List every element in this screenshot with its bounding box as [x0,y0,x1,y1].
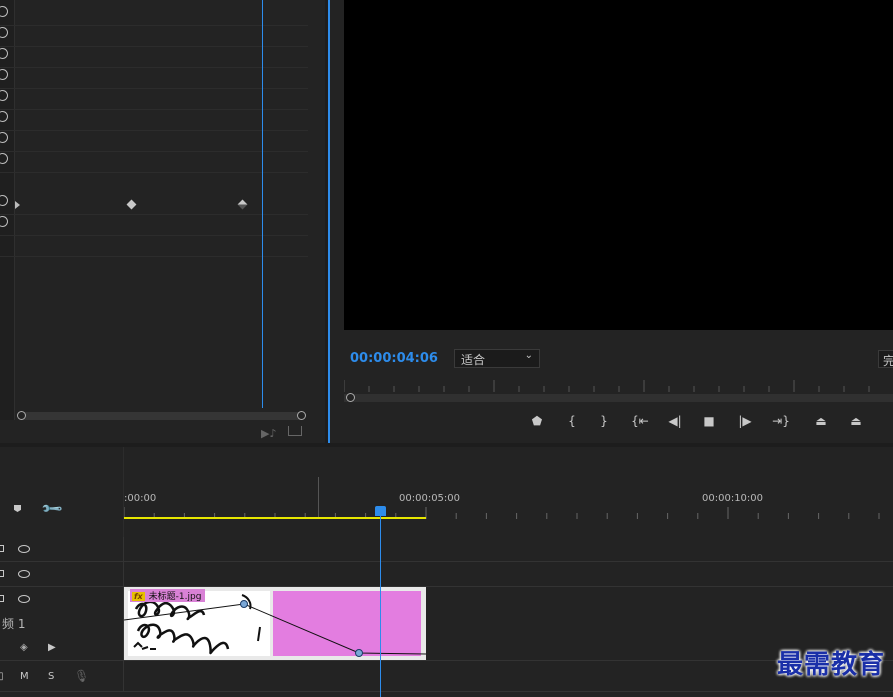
playhead-timecode[interactable]: 00:00:04:06 [350,351,438,366]
lock-icon[interactable] [0,545,4,552]
program-monitor-panel: 00:00:04:06 适合 ⌄ 完 ⬟ { } {⇤ ◀| ■ |▶ ⇥} ⏏… [328,0,893,443]
go-to-out-icon[interactable]: ⇥} [772,414,790,428]
extract-icon[interactable]: ⏏ [847,414,865,428]
program-monitor-time-ruler[interactable] [344,380,893,392]
playback-resolution-dropdown[interactable]: 完 [878,350,893,368]
track-header-a1: ▯ M S 🎙 [0,661,124,691]
step-forward-icon[interactable]: |▶ [736,414,754,428]
scroll-handle-right[interactable] [297,411,306,420]
playback-resolution-label: 完 [883,354,893,368]
step-back-icon[interactable]: ◀| [666,414,684,428]
edit-point-line [318,477,319,517]
scrubber-handle[interactable] [346,393,355,402]
track-header-v2 [0,562,124,586]
wrench-icon[interactable]: 🔧 [41,497,65,521]
program-monitor-screen [344,0,893,330]
transport-controls: ⬟ { } {⇤ ◀| ■ |▶ ⇥} ⏏ ⏏ [520,414,893,432]
ruler-label-10s: 00:00:10:00 [702,493,764,504]
eye-icon[interactable] [18,595,30,603]
lift-icon[interactable]: ⏏ [812,414,830,428]
timeline-time-ruler[interactable]: :00:00 00:00:05:00 00:00:10:00 [124,447,893,535]
effect-controls-zoom-scrollbar[interactable] [20,412,304,420]
ruler-label-0: :00:00 [124,493,157,504]
keyframe-nav-arrow-icon[interactable] [15,201,20,209]
mute-button[interactable]: M [20,671,29,682]
scroll-handle-left[interactable] [17,411,26,420]
eye-icon[interactable] [18,545,30,553]
audio-track-1: ▯ M S 🎙 [0,661,893,692]
zoom-fit-label: 适合 [461,353,486,367]
ruler-label-5s: 00:00:05:00 [399,493,461,504]
mark-in-icon[interactable]: { [563,414,581,428]
keyframe-add-icon[interactable]: ◈ [20,642,28,653]
go-to-in-icon[interactable]: {⇤ [631,414,649,428]
chevron-down-icon: ⌄ [524,350,533,361]
export-icon[interactable] [288,426,302,436]
filter-clip-icon[interactable]: ▶♪ [261,427,276,440]
video-track-3 [0,537,893,562]
track-label: 频 1 [2,617,26,631]
zoom-fit-dropdown[interactable]: 适合 ⌄ [454,349,540,368]
add-marker-icon[interactable]: ⬟ [528,414,546,428]
track-header-v1: 频 1 | ◈ ▶ [0,587,124,660]
solo-button[interactable]: S [48,671,54,682]
mic-icon[interactable]: 🎙 [74,669,89,683]
rubberband-keyframe-1 [240,600,248,608]
effect-controls-playhead[interactable] [262,0,263,408]
add-marker-icon[interactable] [14,505,21,512]
rubberband-keyframe-2 [355,649,363,657]
timeline-header: 🔧 [0,447,124,537]
mark-out-icon[interactable]: } [595,414,613,428]
watermark-logo: 最需教育 [776,650,885,680]
lock-icon[interactable]: ▯ [0,671,4,682]
eye-icon[interactable] [18,570,30,578]
track-header-v3 [0,537,124,561]
timeline-playhead[interactable] [380,514,381,697]
stop-icon[interactable]: ■ [700,414,718,428]
lock-icon[interactable] [0,570,4,577]
program-monitor-scrubber[interactable] [344,394,893,402]
effect-controls-panel: ▶♪ [0,0,325,443]
video-track-2 [0,562,893,587]
lock-icon[interactable] [0,595,4,602]
keyframe-next-icon[interactable]: ▶ [48,642,56,653]
